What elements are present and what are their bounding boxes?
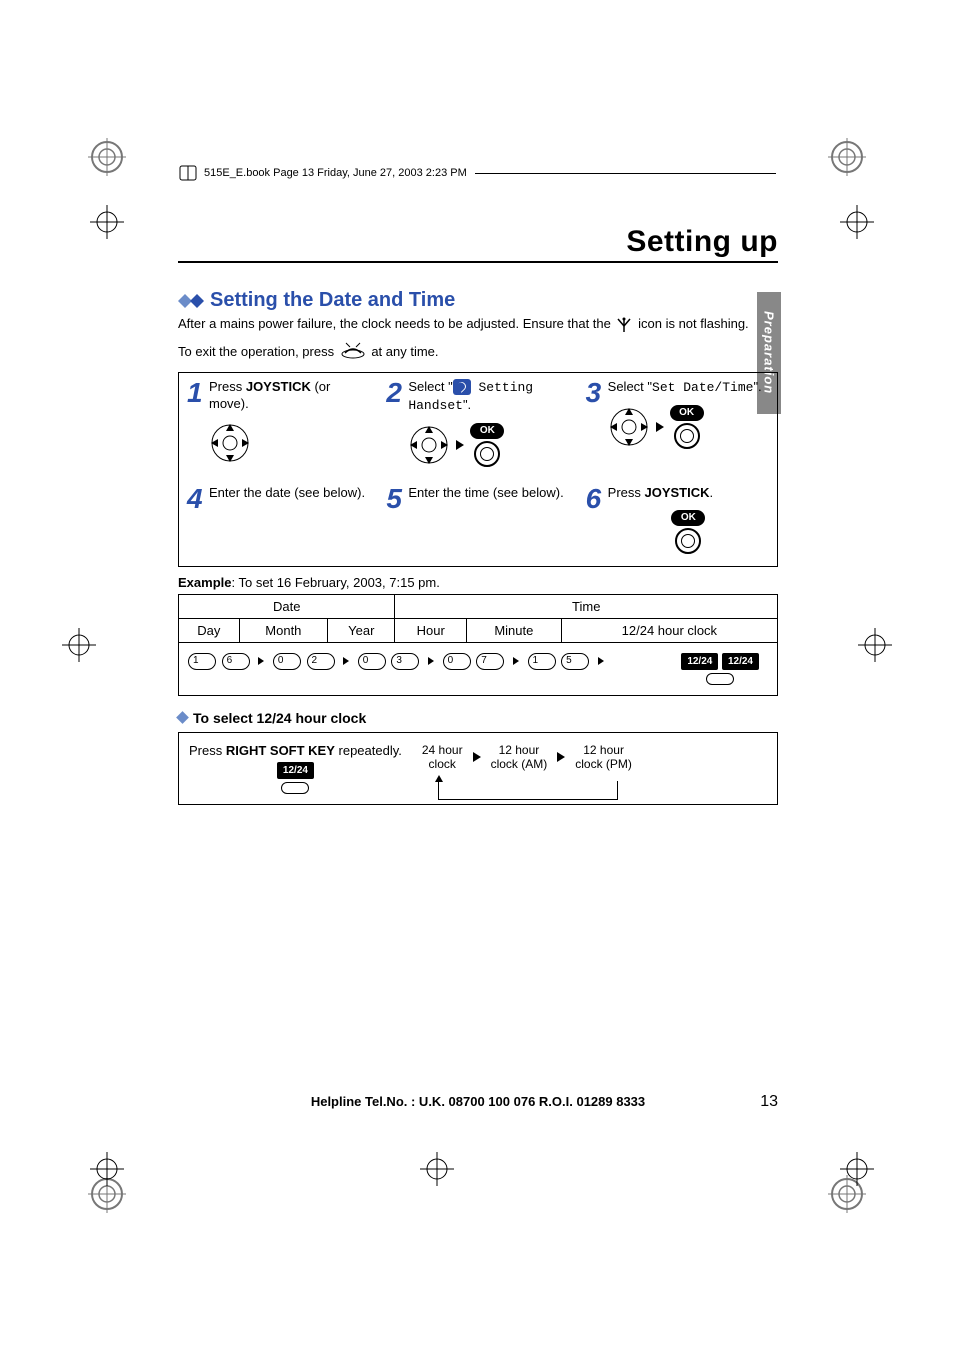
- softkey-tag: 12/24: [722, 653, 759, 670]
- page-title: Setting up: [178, 225, 778, 263]
- arrow-right-icon: [473, 752, 481, 762]
- key-icon: 1: [188, 653, 216, 670]
- step-number: 1: [187, 379, 203, 407]
- book-icon: [178, 163, 198, 183]
- clock-select-box: Press RIGHT SOFT KEY repeatedly. 12/24 2…: [178, 732, 778, 805]
- registration-mark-icon: [420, 1152, 454, 1186]
- key-icon: 7: [476, 653, 504, 670]
- clock-option: 12 hour clock (AM): [491, 743, 548, 772]
- ok-label: OK: [470, 423, 504, 439]
- key-icon: 0: [443, 653, 471, 670]
- footer: Helpline Tel.No. : U.K. 08700 100 076 R.…: [178, 1094, 778, 1109]
- key-icon: 0: [358, 653, 386, 670]
- bullet-icon: [178, 294, 204, 308]
- running-head: 515E_E.book Page 13 Friday, June 27, 200…: [178, 163, 776, 183]
- registration-mark-icon: [90, 205, 124, 239]
- step-6: 6 Press JOYSTICK. OK: [578, 479, 777, 566]
- key-icon: 0: [273, 653, 301, 670]
- key-icon: 2: [307, 653, 335, 670]
- arrow-right-icon: [656, 422, 664, 432]
- step-4: 4 Enter the date (see below).: [179, 479, 378, 566]
- table-header: Minute: [466, 618, 561, 642]
- table-header: Date: [179, 594, 395, 618]
- center-button-icon: [674, 423, 700, 449]
- subsection-heading: To select 12/24 hour clock: [178, 710, 778, 726]
- wrench-icon: [453, 379, 471, 395]
- hangup-icon: [341, 341, 365, 364]
- registration-mark-icon: [62, 628, 96, 662]
- arrow-right-icon: [456, 440, 464, 450]
- softkey-icon: [706, 673, 734, 685]
- example-intro: Example: To set 16 February, 2003, 7:15 …: [178, 575, 778, 590]
- clock-option: 24 hour clock: [422, 743, 463, 772]
- ok-label: OK: [671, 510, 705, 526]
- step-number: 4: [187, 485, 203, 513]
- ok-label: OK: [670, 405, 704, 421]
- center-button-icon: [474, 441, 500, 467]
- bullet-icon: [176, 711, 189, 724]
- registration-mark-icon: [840, 1152, 874, 1186]
- step-2: 2 Select " Setting Handset". OK: [378, 373, 577, 479]
- center-button-icon: [675, 528, 701, 554]
- step-number: 5: [386, 485, 402, 513]
- table-header: 12/24 hour clock: [561, 618, 777, 642]
- softkey-tag: 12/24: [277, 762, 314, 779]
- step-number: 3: [586, 379, 602, 407]
- step-5: 5 Enter the time (see below).: [378, 479, 577, 566]
- antenna-icon: [617, 316, 631, 333]
- softkey-icon: [281, 782, 309, 794]
- joystick-icon: [408, 424, 450, 466]
- registration-mark-icon: [858, 628, 892, 662]
- joystick-icon: [209, 422, 251, 464]
- arrow-right-icon: [513, 657, 519, 665]
- joystick-icon: [608, 406, 650, 448]
- step-number: 6: [586, 485, 602, 513]
- arrow-right-icon: [258, 657, 264, 665]
- arrow-right-icon: [428, 657, 434, 665]
- key-icon: 1: [528, 653, 556, 670]
- step-1: 1 Press JOYSTICK (or move).: [179, 373, 378, 479]
- step-number: 2: [386, 379, 402, 407]
- steps-box: 1 Press JOYSTICK (or move). 2 Select " S…: [178, 372, 778, 567]
- table-header: Month: [239, 618, 328, 642]
- key-icon: 5: [561, 653, 589, 670]
- crop-mark-icon: [88, 138, 126, 176]
- step-3: 3 Select "Set Date/Time". OK: [578, 373, 777, 479]
- table-header: Hour: [395, 618, 466, 642]
- registration-mark-icon: [90, 1152, 124, 1186]
- arrow-right-icon: [598, 657, 604, 665]
- page-number: 13: [760, 1093, 778, 1111]
- crop-mark-icon: [828, 138, 866, 176]
- arrow-right-icon: [557, 752, 565, 762]
- table-header: Year: [328, 618, 395, 642]
- body-text: After a mains power failure, the clock n…: [178, 316, 778, 333]
- key-icon: 3: [391, 653, 419, 670]
- runhead-text: 515E_E.book Page 13 Friday, June 27, 200…: [204, 167, 467, 179]
- section-heading: Setting the Date and Time: [178, 289, 778, 312]
- key-icon: 6: [222, 653, 250, 670]
- example-table: Date Time Day Month Year Hour Minute 12/…: [178, 594, 778, 696]
- helpline-text: Helpline Tel.No. : U.K. 08700 100 076 R.…: [311, 1094, 645, 1109]
- registration-mark-icon: [840, 205, 874, 239]
- body-text: To exit the operation, press at any time…: [178, 341, 778, 364]
- loop-arrow-icon: [438, 781, 618, 800]
- softkey-tag: 12/24: [681, 653, 718, 670]
- clock-option: 12 hour clock (PM): [575, 743, 632, 772]
- table-header: Day: [179, 618, 240, 642]
- table-header: Time: [395, 594, 778, 618]
- arrow-right-icon: [343, 657, 349, 665]
